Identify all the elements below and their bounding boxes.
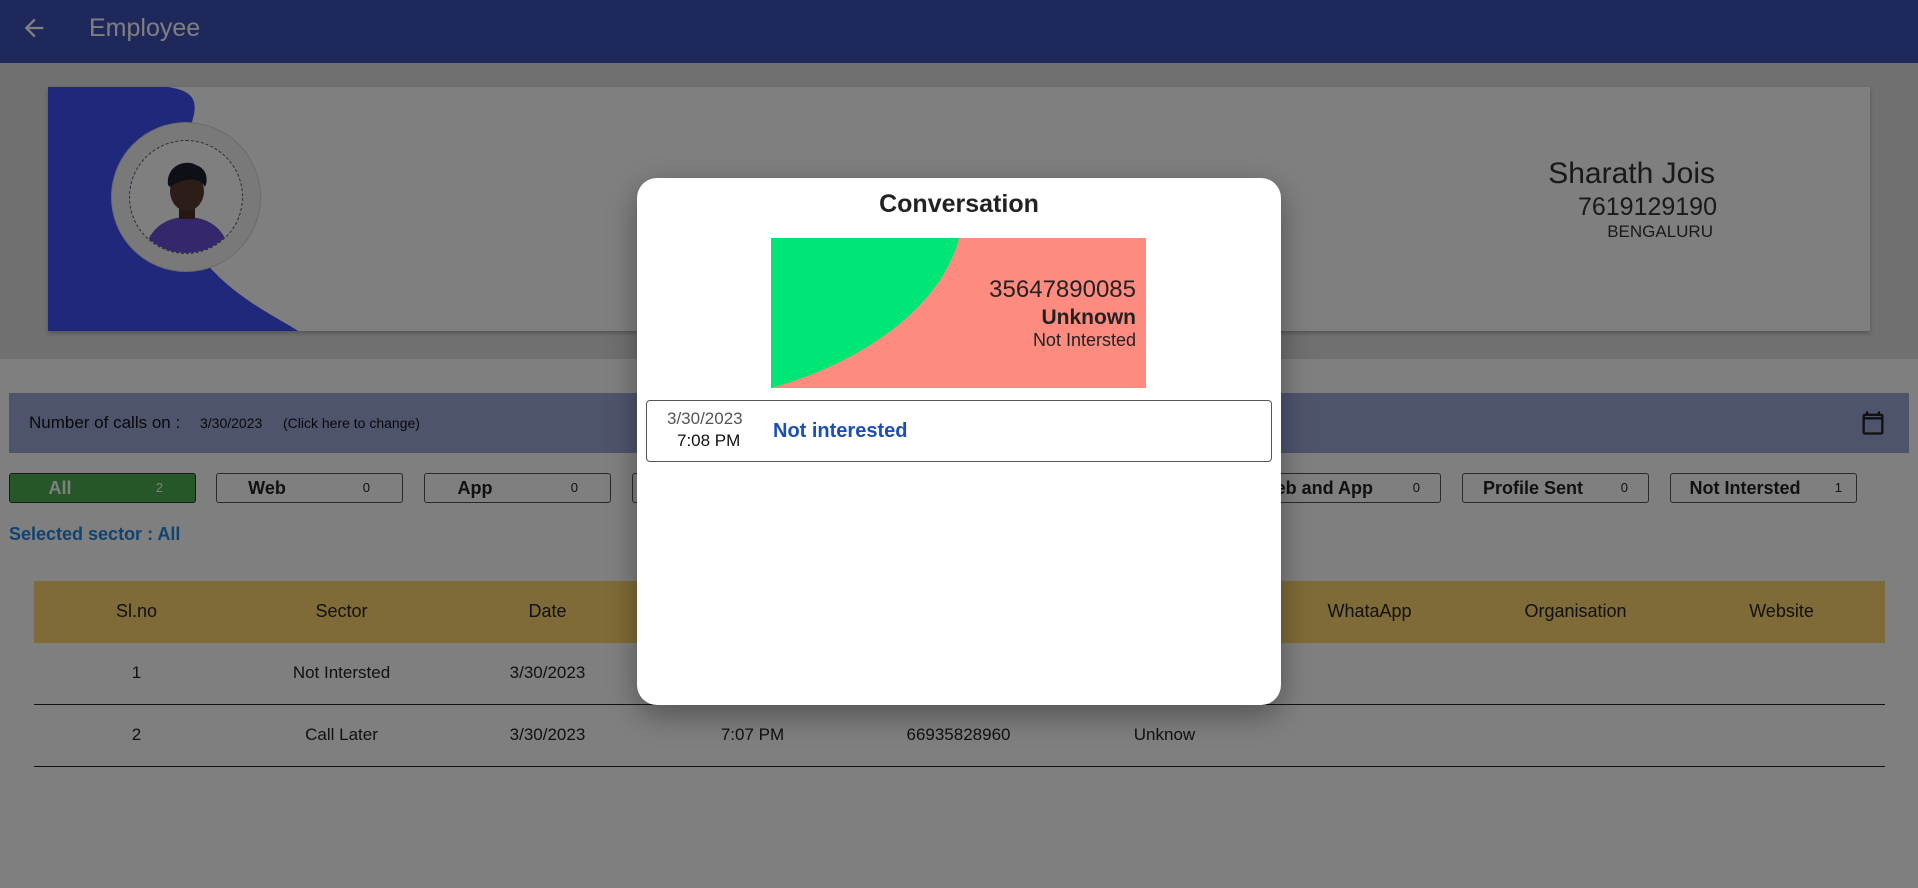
message-time: 7:08 PM	[677, 431, 741, 450]
dialog-title: Conversation	[879, 190, 1039, 218]
contact-name: Unknown	[1041, 306, 1137, 329]
conversation-dialog: Conversation 35647890085 Unknown Not Int…	[637, 178, 1281, 705]
message-item[interactable]: 3/30/2023 7:08 PM Not interested	[646, 400, 1272, 462]
contact-card: 35647890085 Unknown Not Intersted	[771, 238, 1146, 388]
contact-status: Not Intersted	[1032, 330, 1136, 350]
message-text: Not interested	[773, 420, 908, 442]
contact-number: 35647890085	[989, 276, 1136, 303]
message-date: 3/30/2023	[667, 409, 743, 428]
